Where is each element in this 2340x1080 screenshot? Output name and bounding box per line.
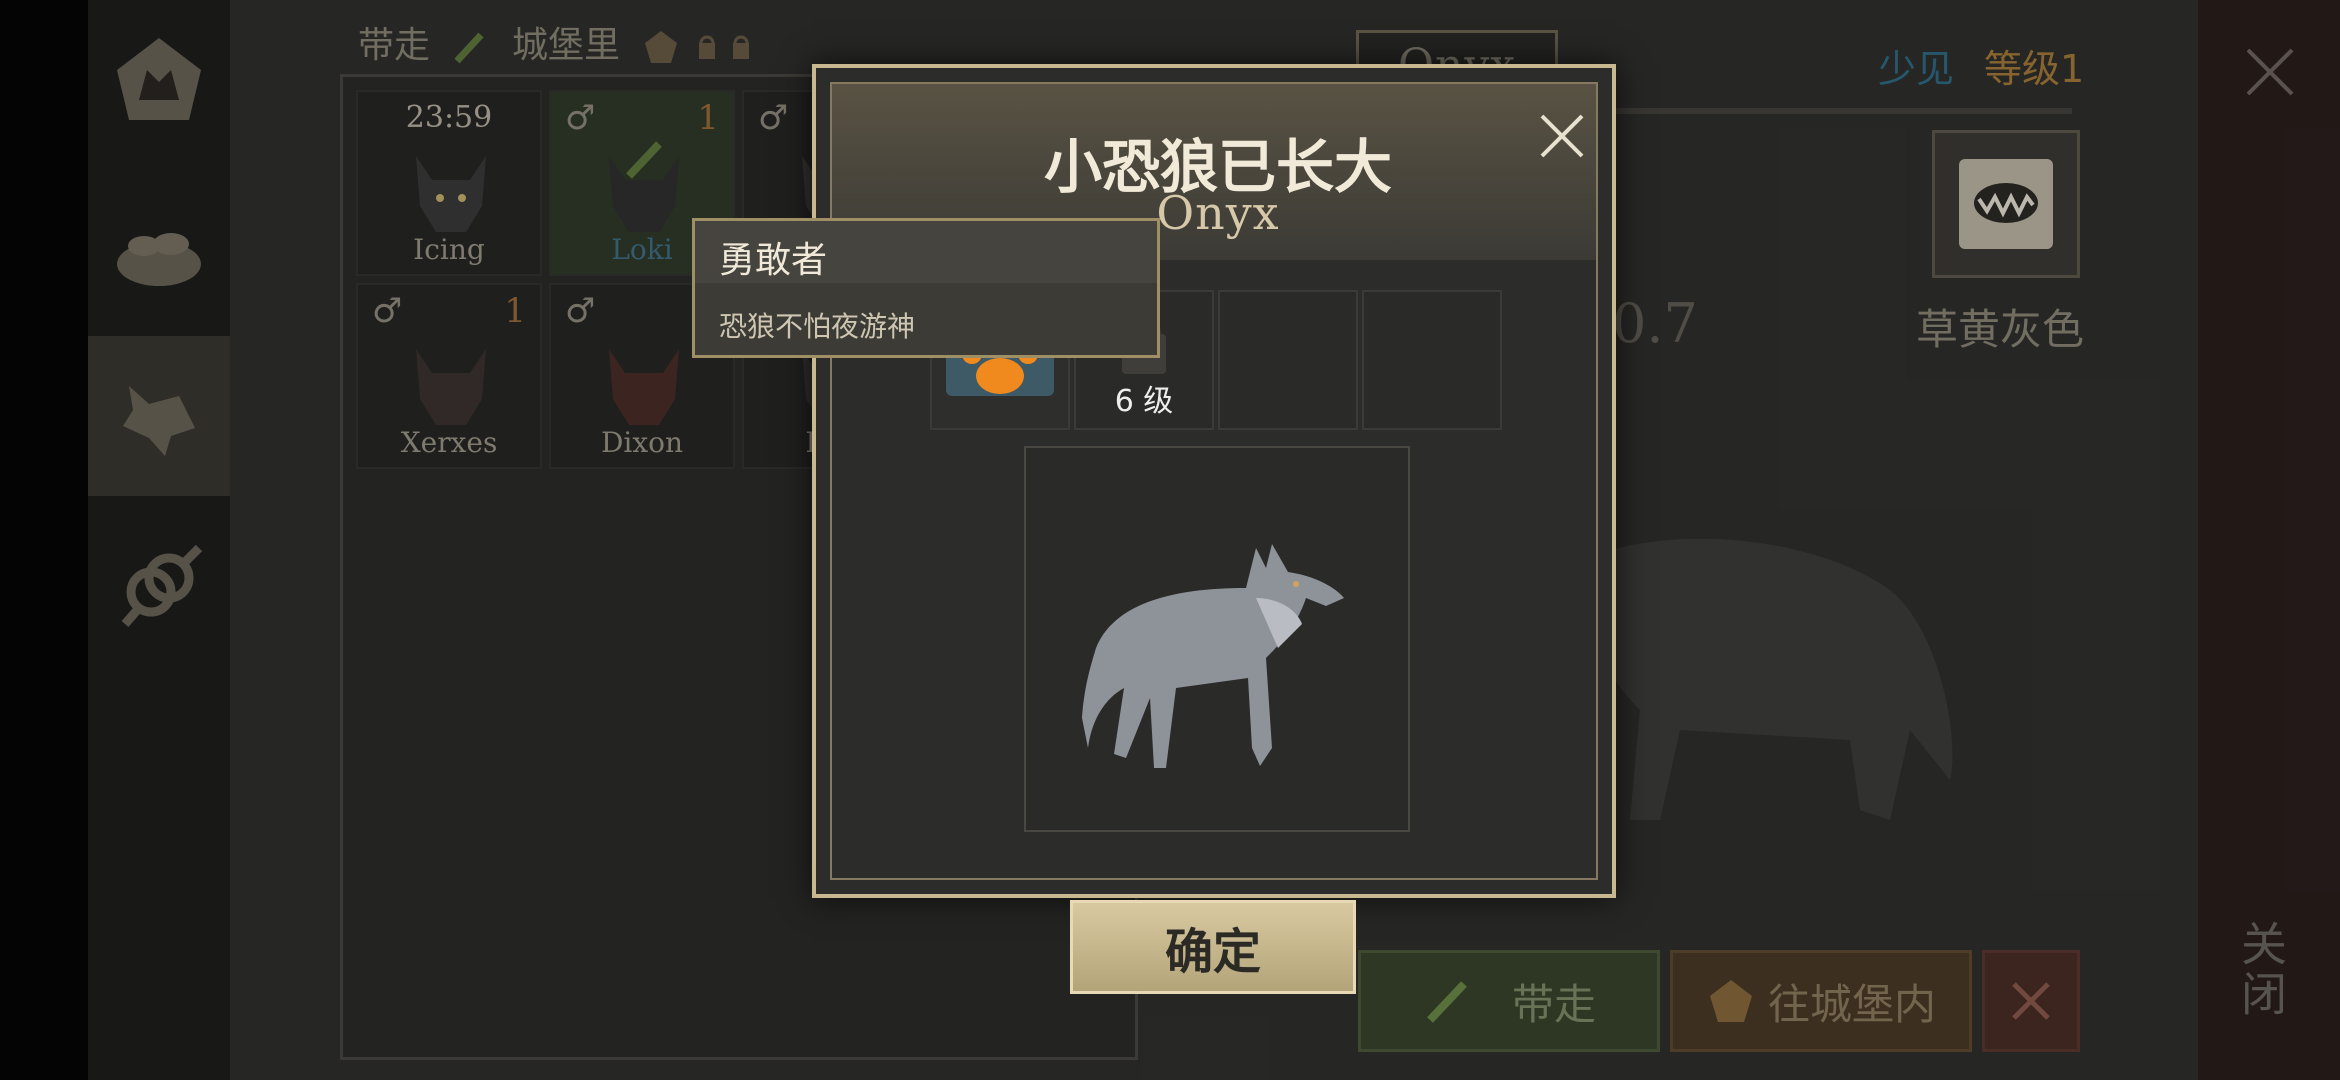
empty-slot bbox=[1362, 290, 1502, 430]
grown-wolf-image bbox=[1082, 544, 1344, 768]
confirm-button-label: 确定 bbox=[1164, 924, 1261, 980]
tooltip-description: 恐狼不怕夜游神 bbox=[719, 310, 916, 343]
trait-tooltip: 勇敢者 恐狼不怕夜游神 bbox=[692, 218, 1160, 358]
tooltip-title: 勇敢者 bbox=[719, 240, 828, 281]
empty-slot bbox=[1218, 290, 1358, 430]
grown-up-dialog: 小恐狼已长大 Onyx 6 级 bbox=[812, 64, 1616, 898]
close-icon[interactable] bbox=[1534, 108, 1590, 164]
confirm-button[interactable]: 确定 bbox=[1070, 900, 1356, 994]
wolf-portrait bbox=[1024, 446, 1410, 832]
level-requirement: 6 级 bbox=[1114, 384, 1174, 419]
